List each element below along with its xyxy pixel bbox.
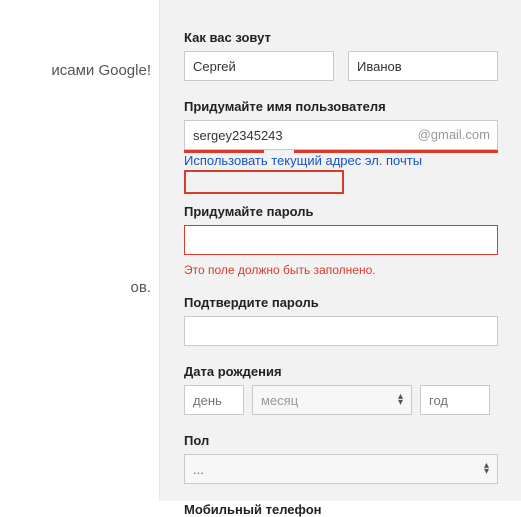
phone-label: Мобильный телефон: [184, 502, 521, 517]
gender-label: Пол: [184, 433, 521, 448]
signup-form: Как вас зовут Придумайте имя пользовател…: [160, 0, 521, 501]
name-label: Как вас зовут: [184, 30, 521, 45]
confirm-password-label: Подтвердите пароль: [184, 295, 521, 310]
gender-select[interactable]: ... ▴▾: [184, 454, 498, 484]
left-promo-column: исами Google! ов.: [0, 0, 160, 501]
dob-month-select[interactable]: месяц ▴▾: [252, 385, 412, 415]
promo-text-1: исами Google!: [0, 62, 151, 79]
last-name-input[interactable]: [348, 51, 498, 81]
confirm-password-input[interactable]: [184, 316, 498, 346]
dob-label: Дата рождения: [184, 364, 521, 379]
username-label: Придумайте имя пользователя: [184, 99, 521, 114]
password-input[interactable]: [184, 225, 498, 255]
stepper-icon: ▴▾: [484, 463, 489, 475]
first-name-input[interactable]: [184, 51, 334, 81]
dob-month-placeholder: месяц: [261, 393, 298, 408]
gender-value: ...: [193, 462, 204, 477]
dob-day-input[interactable]: [184, 385, 244, 415]
use-current-email-link[interactable]: Использовать текущий адрес эл. почты: [184, 153, 422, 168]
stepper-icon: ▴▾: [398, 394, 403, 406]
dob-year-input[interactable]: [420, 385, 490, 415]
password-label: Придумайте пароль: [184, 204, 521, 219]
annotation-box: [184, 170, 344, 194]
promo-text-2: ов.: [0, 279, 151, 296]
email-suffix: @gmail.com: [418, 120, 490, 150]
password-error: Это поле должно быть заполнено.: [184, 263, 521, 277]
